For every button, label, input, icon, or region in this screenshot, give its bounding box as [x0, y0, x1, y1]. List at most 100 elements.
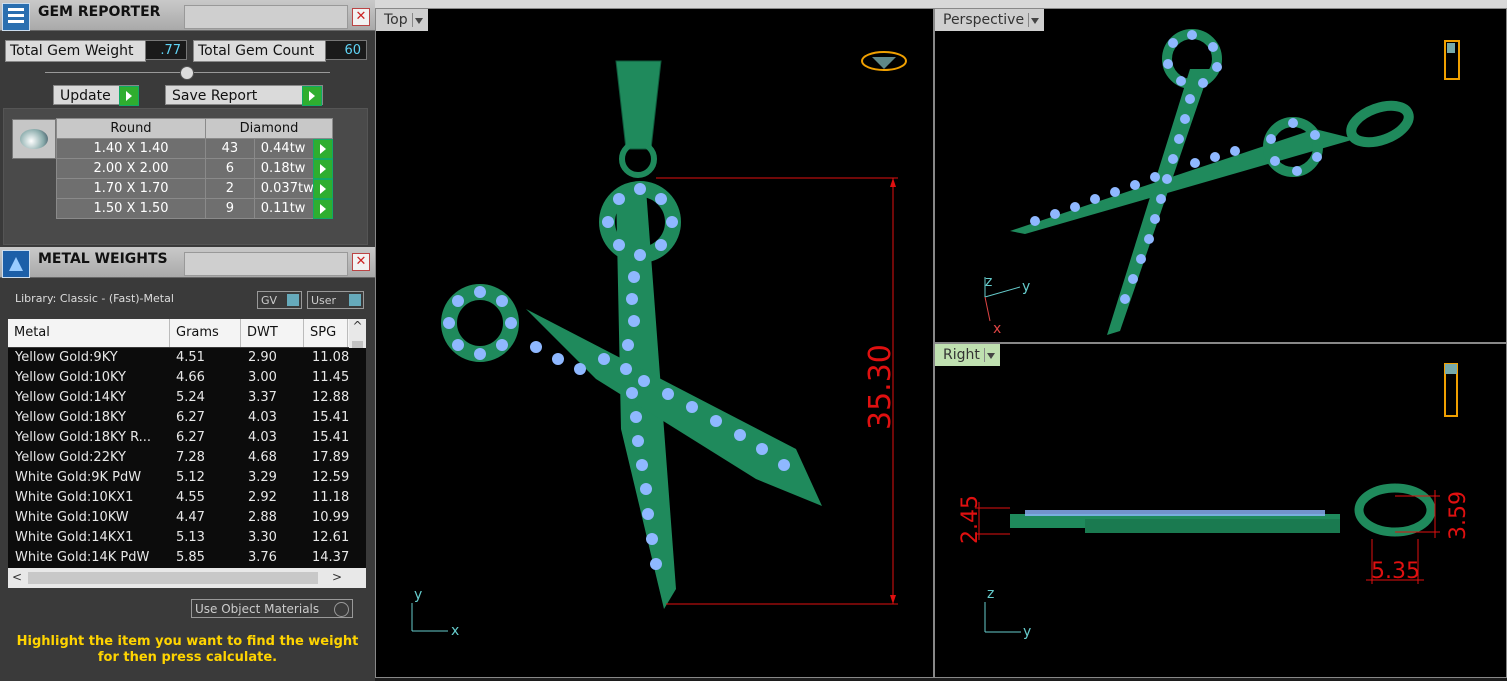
col-spg[interactable]: SPG — [304, 319, 348, 347]
metal-cell-metal: Yellow Gold:10KY — [15, 370, 126, 385]
metal-cell-spg: 14.37 — [312, 550, 350, 565]
metal-cell-spg: 15.41 — [312, 410, 350, 425]
gem-thumbnail[interactable] — [12, 119, 56, 159]
right-dim-a-label: 2.45 — [958, 495, 983, 544]
gem-row[interactable]: 1.50 X 1.50 9 0.11tw — [56, 198, 334, 219]
metal-cell-grams: 5.12 — [176, 470, 205, 485]
gv-toggle-indicator — [287, 294, 299, 306]
metal-cell-metal: White Gold:9K PdW — [15, 470, 142, 485]
total-gem-weight-value: .77 — [145, 40, 187, 60]
metal-cell-spg: 12.88 — [312, 390, 350, 405]
metal-row[interactable]: Yellow Gold:18KY R... 6.27 4.03 15.41 — [8, 428, 366, 449]
metal-cell-grams: 5.24 — [176, 390, 205, 405]
col-metal[interactable]: Metal — [8, 319, 170, 347]
right-dim-c-label: 5.35 — [1371, 559, 1420, 584]
metal-cell-metal: White Gold:14K PdW — [15, 550, 150, 565]
metal-cell-grams: 6.27 — [176, 430, 205, 445]
horizontal-scrollbar[interactable]: < > — [8, 568, 366, 588]
viewport-right[interactable]: Right 2.45 3.59 5.35 z y — [934, 343, 1507, 678]
metal-cell-dwt: 4.03 — [248, 410, 277, 425]
metal-cell-spg: 15.41 — [312, 430, 350, 445]
perspective-view-model: z y x — [984, 29, 1460, 337]
metal-cell-metal: Yellow Gold:18KY R... — [15, 430, 152, 445]
gem-count: 2 — [205, 178, 255, 199]
use-object-materials-label: Use Object Materials — [195, 602, 320, 616]
right-dim-b-label: 3.59 — [1446, 491, 1471, 540]
gem-reporter-title: GEM REPORTER — [38, 4, 161, 20]
viewport-perspective[interactable]: Perspective z y x — [934, 8, 1507, 343]
gem-row[interactable]: 1.70 X 1.70 2 0.037tw — [56, 178, 334, 199]
metal-cell-grams: 5.13 — [176, 530, 205, 545]
metal-row[interactable]: White Gold:9K PdW 5.12 3.29 12.59 — [8, 468, 366, 489]
metal-cell-metal: Yellow Gold:22KY — [15, 450, 126, 465]
metal-cell-grams: 4.66 — [176, 370, 205, 385]
metal-row[interactable]: Yellow Gold:18KY 6.27 4.03 15.41 — [8, 408, 366, 429]
metal-cell-dwt: 4.68 — [248, 450, 277, 465]
gem-size: 1.70 X 1.70 — [56, 178, 206, 199]
user-toggle[interactable]: User — [307, 291, 364, 309]
gem-reporter-tab-area — [184, 5, 348, 29]
gem-slider-handle[interactable] — [180, 66, 194, 80]
metal-row[interactable]: White Gold:14KX1 5.13 3.30 12.61 — [8, 528, 366, 549]
metal-row[interactable]: White Gold:10KW 4.47 2.88 10.99 — [8, 508, 366, 529]
scroll-up-icon[interactable]: ^ — [349, 319, 366, 336]
metal-row[interactable]: Yellow Gold:22KY 7.28 4.68 17.89 — [8, 448, 366, 469]
metal-cell-spg: 12.59 — [312, 470, 350, 485]
metal-row[interactable]: Yellow Gold:10KY 4.66 3.00 11.45 — [8, 368, 366, 389]
metal-cell-dwt: 4.03 — [248, 430, 277, 445]
metal-cell-dwt: 3.00 — [248, 370, 277, 385]
update-go-icon[interactable] — [119, 86, 139, 106]
metal-row[interactable]: Yellow Gold:14KY 5.24 3.37 12.88 — [8, 388, 366, 409]
metal-cell-grams: 6.27 — [176, 410, 205, 425]
gem-row-go-icon[interactable] — [313, 199, 333, 219]
round-diamond-icon — [20, 129, 48, 149]
metal-cell-dwt: 3.30 — [248, 530, 277, 545]
side-panel: GEM REPORTER ✕ Total Gem Weight .77 Tota… — [0, 0, 375, 681]
h-scroll-thumb[interactable] — [28, 572, 318, 584]
gv-toggle-label: GV — [261, 294, 278, 307]
total-gem-count-label: Total Gem Count — [193, 40, 326, 62]
metal-row[interactable]: Yellow Gold:9KY 4.51 2.90 11.08 — [8, 348, 366, 369]
metal-cell-grams: 4.55 — [176, 490, 205, 505]
right-axis-y-label: y — [1023, 624, 1031, 640]
view-cube-icon — [1444, 363, 1458, 417]
scroll-left-icon[interactable]: < — [12, 570, 22, 584]
gem-reporter-header: GEM REPORTER ✕ — [0, 0, 375, 31]
metal-cell-grams: 7.28 — [176, 450, 205, 465]
gem-row-go-icon[interactable] — [313, 179, 333, 199]
viewport-top[interactable]: Top 35.30 y x — [375, 8, 934, 678]
gem-row[interactable]: 1.40 X 1.40 43 0.44tw — [56, 138, 334, 159]
gem-size: 1.50 X 1.50 — [56, 198, 206, 219]
metal-row[interactable]: White Gold:14K PdW 5.85 3.76 14.37 — [8, 548, 366, 569]
metal-cell-spg: 12.61 — [312, 530, 350, 545]
total-gem-count-value: 60 — [325, 40, 367, 60]
gem-row[interactable]: 2.00 X 2.00 6 0.18tw — [56, 158, 334, 179]
save-report-go-icon[interactable] — [302, 86, 322, 106]
metal-cell-dwt: 3.76 — [248, 550, 277, 565]
use-object-materials-radio[interactable] — [334, 602, 349, 617]
gem-count: 6 — [205, 158, 255, 179]
metal-cell-metal: White Gold:10KW — [15, 510, 129, 525]
gem-row-go-icon[interactable] — [313, 139, 333, 159]
top-view-model: 35.30 y x — [411, 51, 907, 639]
col-dwt[interactable]: DWT — [241, 319, 304, 347]
gem-row-go-icon[interactable] — [313, 159, 333, 179]
gv-toggle[interactable]: GV — [257, 291, 302, 309]
scroll-right-icon[interactable]: > — [332, 570, 342, 584]
save-report-button[interactable]: Save Report — [165, 85, 323, 105]
total-gem-weight-label: Total Gem Weight — [5, 40, 146, 62]
metal-cell-metal: Yellow Gold:14KY — [15, 390, 126, 405]
flask-icon — [2, 250, 30, 278]
metal-weights-close-icon[interactable]: ✕ — [352, 253, 370, 271]
metal-cell-metal: White Gold:10KX1 — [15, 490, 134, 505]
use-object-materials-toggle[interactable]: Use Object Materials — [191, 599, 353, 618]
metal-cell-dwt: 3.37 — [248, 390, 277, 405]
metal-row[interactable]: White Gold:10KX1 4.55 2.92 11.18 — [8, 488, 366, 509]
gem-reporter-close-icon[interactable]: ✕ — [352, 8, 370, 26]
metal-cell-spg: 17.89 — [312, 450, 350, 465]
gem-material-header: Diamond — [205, 118, 333, 139]
col-grams[interactable]: Grams — [170, 319, 241, 347]
gem-size: 2.00 X 2.00 — [56, 158, 206, 179]
user-toggle-indicator — [349, 294, 361, 306]
metal-cell-grams: 4.51 — [176, 350, 205, 365]
